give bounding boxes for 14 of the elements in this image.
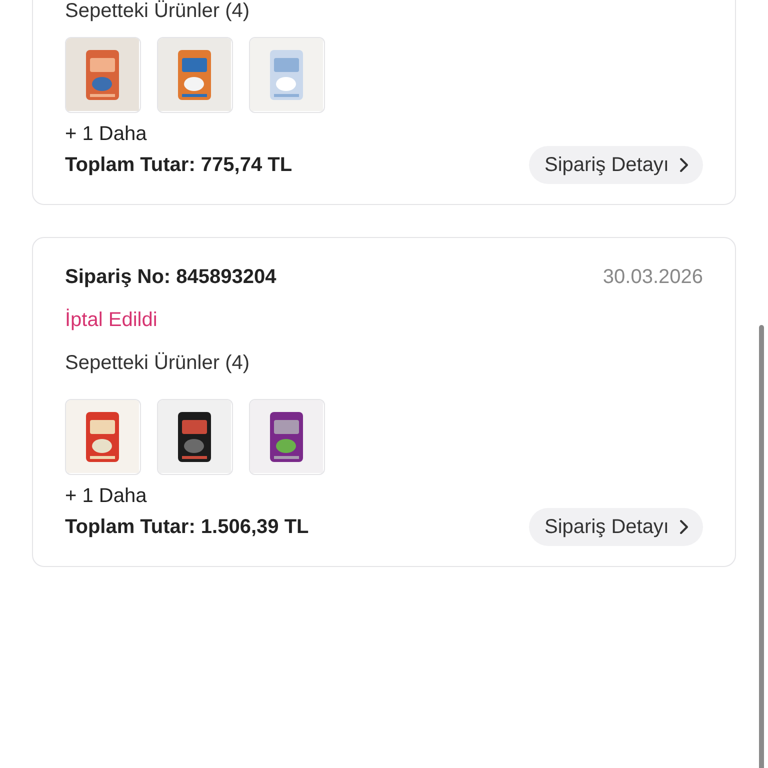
order-date: 30.03.2026 <box>602 266 703 289</box>
more-items-text: + 1 Daha <box>65 123 148 146</box>
more-items-text: + 1 Daha <box>65 485 148 508</box>
items-label: Sepetteki Ürünler (4) <box>65 352 251 375</box>
order-total: Toplam Tutar: 775,74 TL <box>65 154 292 176</box>
scrollbar[interactable] <box>759 325 764 768</box>
order-status: İptal Edildi <box>65 309 158 332</box>
chevron-right-icon <box>679 157 689 173</box>
order-total: Toplam Tutar: 1.506,39 TL <box>65 516 309 538</box>
chevron-right-icon <box>679 519 689 535</box>
order-number: Sipariş No: 845893204 <box>65 266 276 289</box>
items-label: Sepetteki Ürünler (4) <box>65 0 251 23</box>
order-detail-button[interactable]: Sipariş Detayı <box>528 508 703 546</box>
order-detail-button[interactable]: Sipariş Detayı <box>528 146 703 184</box>
